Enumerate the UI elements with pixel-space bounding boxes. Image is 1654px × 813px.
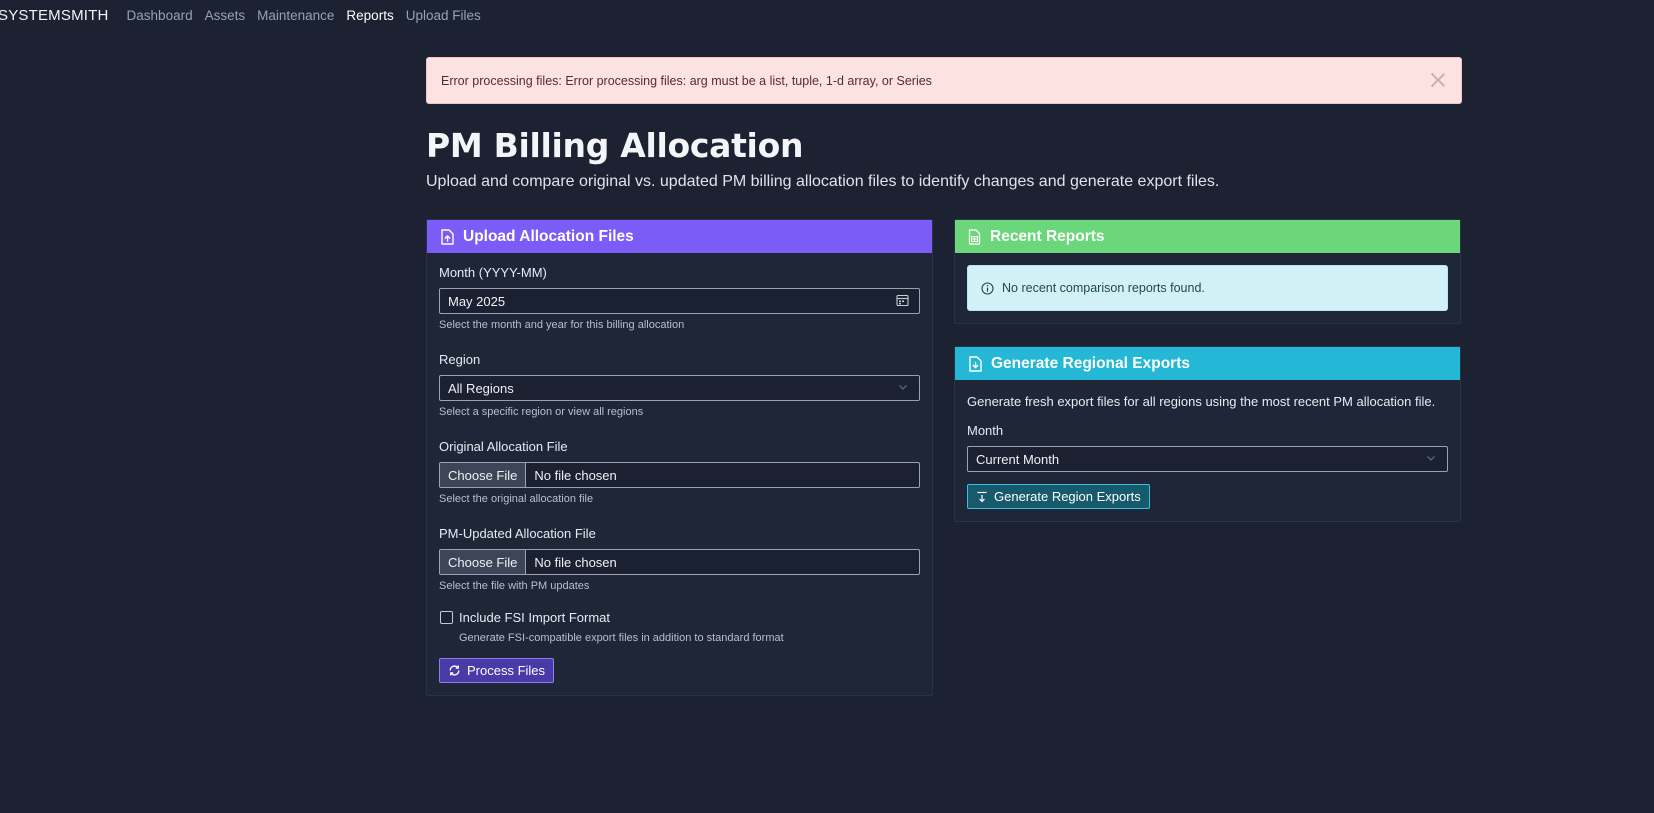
regional-exports-card: Generate Regional Exports Generate fresh… <box>954 346 1461 522</box>
recent-card-header: Recent Reports <box>955 220 1460 253</box>
process-files-label: Process Files <box>467 663 546 678</box>
region-group: Region All Regions Select a specific reg… <box>439 352 920 418</box>
updated-choose-file-button[interactable]: Choose File <box>440 550 527 574</box>
fsi-checkbox[interactable] <box>440 611 453 624</box>
spreadsheet-icon <box>968 228 981 245</box>
recent-card-title: Recent Reports <box>990 227 1105 245</box>
region-select[interactable]: All Regions <box>439 375 920 401</box>
updated-file-input[interactable]: Choose File No file chosen <box>439 549 920 575</box>
process-files-button[interactable]: Process Files <box>439 658 555 683</box>
file-upload-icon <box>440 228 454 245</box>
upload-allocation-card: Upload Allocation Files Month (YYYY-MM) … <box>426 219 933 696</box>
upload-card-title: Upload Allocation Files <box>463 227 634 245</box>
nav-link-upload-files[interactable]: Upload Files <box>406 8 481 23</box>
download-icon <box>976 491 988 503</box>
exports-month-label: Month <box>967 423 1004 438</box>
info-circle-icon <box>981 281 994 295</box>
fsi-label[interactable]: Include FSI Import Format <box>459 610 610 625</box>
original-file-group: Original Allocation File Choose File No … <box>439 439 920 505</box>
nav-link-dashboard[interactable]: Dashboard <box>127 8 193 23</box>
content-columns: Upload Allocation Files Month (YYYY-MM) … <box>426 219 1462 696</box>
exports-description: Generate fresh export files for all regi… <box>967 394 1436 409</box>
no-reports-info: No recent comparison reports found. <box>967 265 1448 311</box>
generate-region-exports-button[interactable]: Generate Region Exports <box>967 484 1150 509</box>
refresh-icon <box>448 664 461 677</box>
left-column: Upload Allocation Files Month (YYYY-MM) … <box>426 219 933 696</box>
updated-file-help: Select the file with PM updates <box>439 580 590 592</box>
chevron-down-icon <box>1425 452 1437 467</box>
region-value: All Regions <box>448 380 514 396</box>
fsi-group: Include FSI Import Format Generate FSI-c… <box>439 610 920 644</box>
month-group: Month (YYYY-MM) May 2025 Select the mont… <box>439 265 920 331</box>
generate-region-exports-label: Generate Region Exports <box>994 489 1141 504</box>
file-download-icon <box>968 355 982 372</box>
error-alert: Error processing files: Error processing… <box>426 57 1462 104</box>
nav-link-assets[interactable]: Assets <box>205 8 246 23</box>
exports-card-title: Generate Regional Exports <box>991 354 1190 372</box>
chevron-down-icon <box>897 381 909 396</box>
calendar-icon[interactable] <box>896 294 909 310</box>
upload-card-body: Month (YYYY-MM) May 2025 Select the mont… <box>427 253 932 695</box>
error-alert-message: Error processing files: Error processing… <box>441 73 932 88</box>
region-help: Select a specific region or view all reg… <box>439 406 644 418</box>
main-container: Error processing files: Error processing… <box>426 57 1462 696</box>
exports-month-select[interactable]: Current Month <box>967 446 1448 472</box>
original-choose-file-button[interactable]: Choose File <box>440 463 527 487</box>
page-description: Upload and compare original vs. updated … <box>426 173 1220 190</box>
upload-card-header: Upload Allocation Files <box>427 220 932 253</box>
navbar: SYSTEMSMITH Dashboard Assets Maintenance… <box>0 0 1654 30</box>
month-input[interactable]: May 2025 <box>439 288 920 314</box>
exports-card-header: Generate Regional Exports <box>955 347 1460 380</box>
month-value: May 2025 <box>448 293 506 309</box>
recent-card-body: No recent comparison reports found. <box>955 253 1460 323</box>
updated-file-status: No file chosen <box>534 554 617 570</box>
updated-file-label: PM-Updated Allocation File <box>439 526 596 541</box>
region-label: Region <box>439 352 481 367</box>
brand-logo[interactable]: SYSTEMSMITH <box>0 7 109 24</box>
original-file-label: Original Allocation File <box>439 439 568 454</box>
fsi-help: Generate FSI-compatible export files in … <box>459 632 784 644</box>
original-file-status: No file chosen <box>534 467 617 483</box>
month-help: Select the month and year for this billi… <box>439 319 685 331</box>
exports-month-value: Current Month <box>976 451 1060 467</box>
original-file-help: Select the original allocation file <box>439 493 594 505</box>
no-reports-message: No recent comparison reports found. <box>1002 281 1205 295</box>
right-column: Recent Reports No recent comparison repo… <box>954 219 1461 696</box>
recent-reports-card: Recent Reports No recent comparison repo… <box>954 219 1461 324</box>
nav-link-reports[interactable]: Reports <box>346 8 393 23</box>
close-icon[interactable] <box>1429 71 1447 89</box>
updated-file-group: PM-Updated Allocation File Choose File N… <box>439 526 920 592</box>
original-file-input[interactable]: Choose File No file chosen <box>439 462 920 488</box>
fsi-check-row: Include FSI Import Format <box>439 610 920 625</box>
nav-link-maintenance[interactable]: Maintenance <box>257 8 334 23</box>
exports-card-body: Generate fresh export files for all regi… <box>955 380 1460 521</box>
month-label: Month (YYYY-MM) <box>439 265 547 280</box>
page-title: PM Billing Allocation <box>426 126 804 165</box>
